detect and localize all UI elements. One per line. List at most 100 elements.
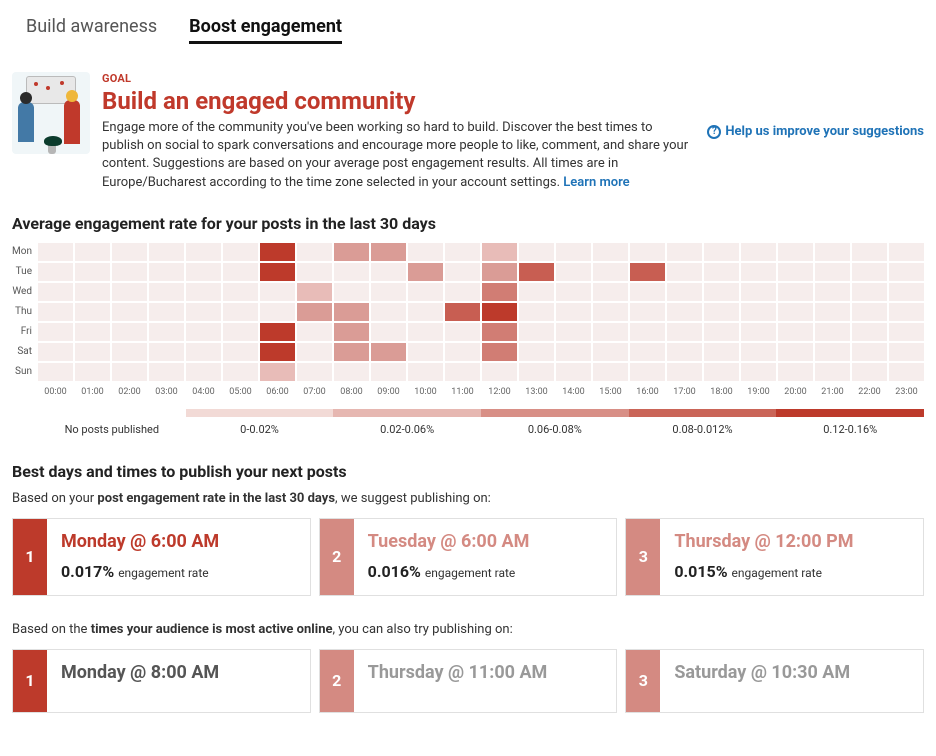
heatmap-cell[interactable] <box>260 283 295 301</box>
heatmap-cell[interactable] <box>889 263 924 281</box>
heatmap-cell[interactable] <box>667 323 702 341</box>
heatmap-cell[interactable] <box>371 303 406 321</box>
heatmap-cell[interactable] <box>519 283 554 301</box>
heatmap-cell[interactable] <box>889 323 924 341</box>
heatmap-cell[interactable] <box>519 243 554 261</box>
heatmap-cell[interactable] <box>112 283 147 301</box>
heatmap-cell[interactable] <box>297 323 332 341</box>
heatmap-cell[interactable] <box>75 363 110 381</box>
heatmap-cell[interactable] <box>741 323 776 341</box>
heatmap-cell[interactable] <box>556 243 591 261</box>
heatmap-cell[interactable] <box>593 243 628 261</box>
heatmap-cell[interactable] <box>593 323 628 341</box>
heatmap-cell[interactable] <box>667 363 702 381</box>
heatmap-cell[interactable] <box>889 243 924 261</box>
heatmap-cell[interactable] <box>482 303 517 321</box>
heatmap-cell[interactable] <box>297 343 332 361</box>
heatmap-cell[interactable] <box>223 363 258 381</box>
heatmap-cell[interactable] <box>519 303 554 321</box>
heatmap-cell[interactable] <box>667 343 702 361</box>
heatmap-cell[interactable] <box>223 323 258 341</box>
heatmap-cell[interactable] <box>630 323 665 341</box>
heatmap-cell[interactable] <box>778 283 813 301</box>
heatmap-cell[interactable] <box>149 363 184 381</box>
suggestion-card[interactable]: 2Thursday @ 11:00 AM <box>319 649 618 713</box>
heatmap-cell[interactable] <box>556 363 591 381</box>
heatmap-cell[interactable] <box>815 343 850 361</box>
heatmap-cell[interactable] <box>75 303 110 321</box>
heatmap-cell[interactable] <box>445 343 480 361</box>
heatmap-cell[interactable] <box>371 283 406 301</box>
heatmap-cell[interactable] <box>334 323 369 341</box>
heatmap-cell[interactable] <box>297 363 332 381</box>
heatmap-cell[interactable] <box>704 263 739 281</box>
heatmap-cell[interactable] <box>223 343 258 361</box>
heatmap-cell[interactable] <box>741 243 776 261</box>
suggestion-card[interactable]: 3Thursday @ 12:00 PM0.015%engagement rat… <box>625 518 924 596</box>
heatmap-cell[interactable] <box>630 363 665 381</box>
heatmap-cell[interactable] <box>186 323 221 341</box>
heatmap-cell[interactable] <box>334 243 369 261</box>
heatmap-cell[interactable] <box>667 303 702 321</box>
suggestion-card[interactable]: 1Monday @ 8:00 AM <box>12 649 311 713</box>
heatmap-cell[interactable] <box>38 243 73 261</box>
heatmap-cell[interactable] <box>334 303 369 321</box>
heatmap-cell[interactable] <box>334 363 369 381</box>
heatmap-cell[interactable] <box>149 243 184 261</box>
heatmap-cell[interactable] <box>75 323 110 341</box>
heatmap-cell[interactable] <box>556 303 591 321</box>
heatmap-cell[interactable] <box>149 263 184 281</box>
heatmap-cell[interactable] <box>75 343 110 361</box>
heatmap-cell[interactable] <box>556 283 591 301</box>
heatmap-cell[interactable] <box>112 303 147 321</box>
heatmap-cell[interactable] <box>482 263 517 281</box>
heatmap-cell[interactable] <box>630 263 665 281</box>
heatmap-cell[interactable] <box>593 283 628 301</box>
heatmap-cell[interactable] <box>445 303 480 321</box>
heatmap-cell[interactable] <box>704 243 739 261</box>
heatmap-cell[interactable] <box>186 263 221 281</box>
heatmap-cell[interactable] <box>112 343 147 361</box>
heatmap-cell[interactable] <box>408 323 443 341</box>
heatmap-cell[interactable] <box>741 363 776 381</box>
heatmap-cell[interactable] <box>408 263 443 281</box>
heatmap-cell[interactable] <box>556 263 591 281</box>
suggestion-card[interactable]: 3Saturday @ 10:30 AM <box>625 649 924 713</box>
heatmap-cell[interactable] <box>260 263 295 281</box>
heatmap-cell[interactable] <box>186 283 221 301</box>
heatmap-cell[interactable] <box>778 243 813 261</box>
heatmap-cell[interactable] <box>38 283 73 301</box>
heatmap-cell[interactable] <box>445 283 480 301</box>
heatmap-cell[interactable] <box>186 303 221 321</box>
heatmap-cell[interactable] <box>889 283 924 301</box>
heatmap-cell[interactable] <box>519 323 554 341</box>
heatmap-cell[interactable] <box>556 323 591 341</box>
heatmap-cell[interactable] <box>519 363 554 381</box>
heatmap-cell[interactable] <box>593 263 628 281</box>
heatmap-cell[interactable] <box>704 323 739 341</box>
heatmap-cell[interactable] <box>741 343 776 361</box>
heatmap-cell[interactable] <box>334 343 369 361</box>
heatmap-cell[interactable] <box>815 323 850 341</box>
heatmap-cell[interactable] <box>260 343 295 361</box>
heatmap-cell[interactable] <box>445 363 480 381</box>
heatmap-cell[interactable] <box>741 303 776 321</box>
heatmap-cell[interactable] <box>149 303 184 321</box>
heatmap-cell[interactable] <box>445 323 480 341</box>
heatmap-cell[interactable] <box>371 343 406 361</box>
heatmap-cell[interactable] <box>852 303 887 321</box>
heatmap-cell[interactable] <box>704 343 739 361</box>
learn-more-link[interactable]: Learn more <box>563 175 629 190</box>
heatmap-cell[interactable] <box>852 343 887 361</box>
heatmap-cell[interactable] <box>223 263 258 281</box>
heatmap-cell[interactable] <box>667 243 702 261</box>
heatmap-cell[interactable] <box>297 263 332 281</box>
heatmap-cell[interactable] <box>112 263 147 281</box>
heatmap-cell[interactable] <box>445 243 480 261</box>
heatmap-cell[interactable] <box>38 343 73 361</box>
heatmap-cell[interactable] <box>75 263 110 281</box>
heatmap-cell[interactable] <box>75 283 110 301</box>
heatmap-cell[interactable] <box>519 263 554 281</box>
suggestion-card[interactable]: 1Monday @ 6:00 AM0.017%engagement rate <box>12 518 311 596</box>
heatmap-cell[interactable] <box>38 323 73 341</box>
